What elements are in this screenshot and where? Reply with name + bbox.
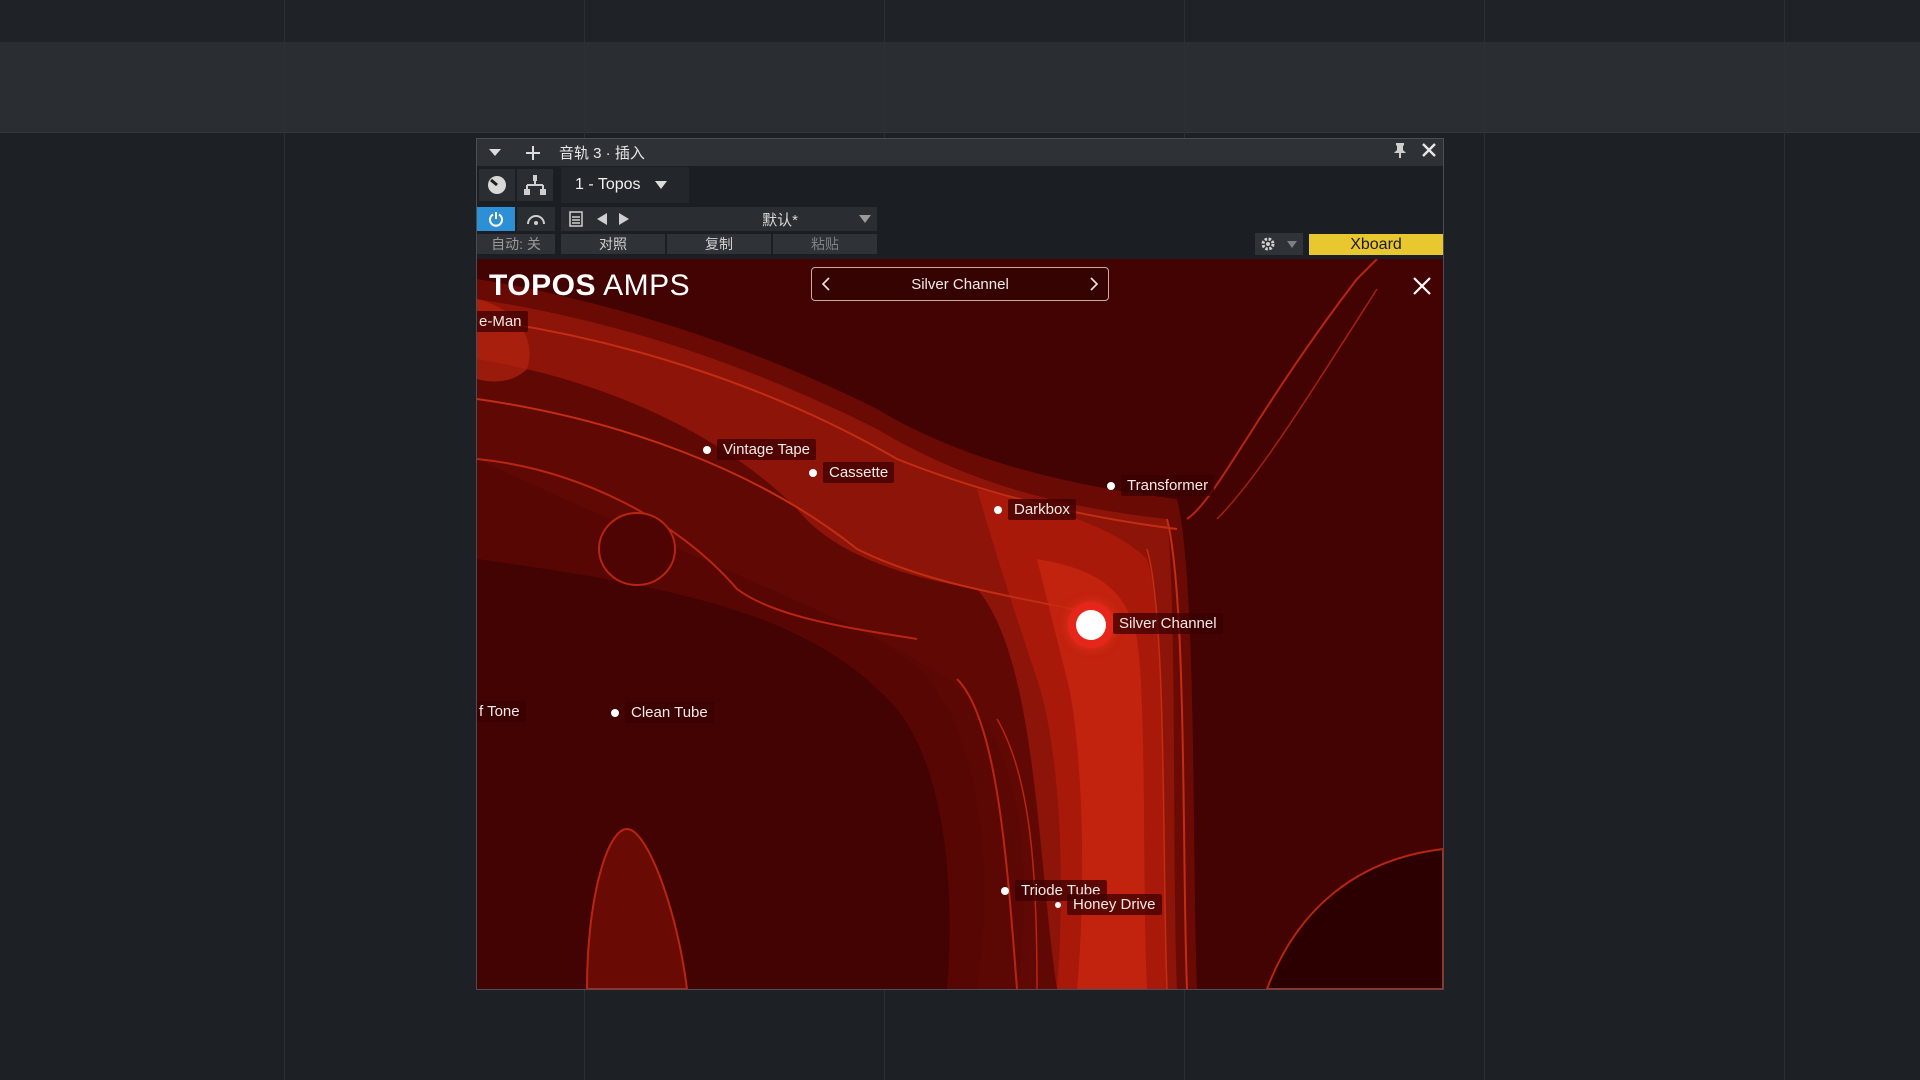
map-point-label: Cassette: [823, 462, 895, 483]
map-point-label: Silver Channel: [1113, 613, 1223, 634]
paste-button[interactable]: 粘贴: [773, 234, 877, 254]
map-point-dot[interactable]: [1107, 481, 1115, 490]
map-point[interactable]: Silver Channel: [1113, 613, 1223, 634]
gear-icon: [1261, 237, 1275, 251]
preset-bar[interactable]: 默认*: [561, 207, 877, 231]
map-point[interactable]: f Tone: [477, 701, 526, 722]
compare-button[interactable]: 对照: [561, 234, 665, 254]
map-point-label: Honey Drive: [1067, 894, 1162, 915]
close-window-icon[interactable]: [1421, 142, 1437, 163]
selected-model-name: Silver Channel: [911, 275, 1009, 293]
map-point[interactable]: Clean Tube: [611, 702, 714, 723]
routing-icon[interactable]: [517, 169, 553, 201]
model-selector[interactable]: Silver Channel: [811, 267, 1109, 301]
chevron-left-icon[interactable]: [816, 272, 836, 296]
map-point-label: Transformer: [1121, 475, 1215, 496]
plugin-window: 音轨 3 · 插入 1 - Topos 默认* 自动: 关 对照 复制 粘贴 X…: [476, 138, 1444, 990]
selected-map-point[interactable]: [1068, 602, 1114, 648]
selected-map-point-core: [1076, 610, 1106, 640]
map-point[interactable]: Vintage Tape: [703, 439, 817, 460]
chevron-down-icon[interactable]: [654, 181, 667, 189]
plugin-logo: TOPOS AMPS: [489, 269, 690, 303]
automation-button[interactable]: 自动: 关: [477, 234, 555, 254]
sidechain-icon: [527, 215, 545, 225]
chevron-down-icon[interactable]: [483, 139, 507, 166]
map-point-label: Darkbox: [1008, 499, 1076, 520]
map-point-label: Clean Tube: [625, 702, 714, 723]
topos-map-canvas[interactable]: TOPOS AMPS Silver Channel e-Man Vintage …: [477, 259, 1443, 989]
map-point-dot[interactable]: [994, 505, 1002, 514]
chevron-right-icon[interactable]: [1084, 272, 1104, 296]
chevron-down-icon: [1287, 240, 1297, 248]
close-plugin-icon[interactable]: [1407, 271, 1437, 301]
preset-name[interactable]: 默认*: [715, 209, 845, 230]
grid-line: [284, 0, 285, 1080]
map-point[interactable]: e-Man: [477, 311, 528, 332]
preset-list-icon[interactable]: [569, 211, 583, 227]
map-point[interactable]: Honey Drive: [1055, 894, 1162, 915]
plugin-tab[interactable]: 1 - Topos: [561, 167, 689, 203]
grid-line: [1484, 0, 1485, 1080]
map-point-dot[interactable]: [611, 708, 619, 717]
map-point-dot[interactable]: [1055, 901, 1061, 908]
daw-top-strip: [0, 0, 1920, 42]
plugin-tab-label: 1 - Topos: [575, 176, 641, 193]
bypass-knob-icon[interactable]: [479, 169, 515, 201]
map-point-dot[interactable]: [809, 468, 817, 477]
power-button[interactable]: [477, 207, 515, 231]
logo-bold: TOPOS: [489, 269, 596, 302]
map-point[interactable]: Transformer: [1107, 475, 1215, 496]
copy-button[interactable]: 复制: [667, 234, 771, 254]
settings-dropdown[interactable]: [1281, 233, 1303, 255]
map-point-label: Vintage Tape: [717, 439, 817, 460]
preset-dropdown-icon[interactable]: [859, 215, 871, 223]
logo-light: AMPS: [603, 269, 691, 302]
settings-button[interactable]: [1255, 233, 1281, 255]
add-icon[interactable]: [521, 139, 545, 166]
sidechain-button[interactable]: [517, 207, 555, 231]
next-preset-icon[interactable]: [619, 213, 629, 225]
map-point-dot[interactable]: [1001, 886, 1009, 895]
map-point-label: f Tone: [477, 701, 526, 722]
window-titlebar: 音轨 3 · 插入: [477, 139, 1443, 166]
grid-line: [1784, 0, 1785, 1080]
xboard-button[interactable]: Xboard: [1309, 234, 1443, 255]
map-point-dot[interactable]: [703, 445, 711, 454]
map-point[interactable]: Darkbox: [994, 499, 1076, 520]
map-point-label: e-Man: [477, 311, 528, 332]
power-icon: [489, 212, 503, 227]
heat-map: [477, 259, 1443, 989]
map-point[interactable]: Cassette: [809, 462, 895, 483]
window-title: 音轨 3 · 插入: [559, 145, 645, 162]
prev-preset-icon[interactable]: [597, 213, 607, 225]
pin-icon[interactable]: [1393, 142, 1407, 163]
daw-track-band: [0, 42, 1920, 133]
